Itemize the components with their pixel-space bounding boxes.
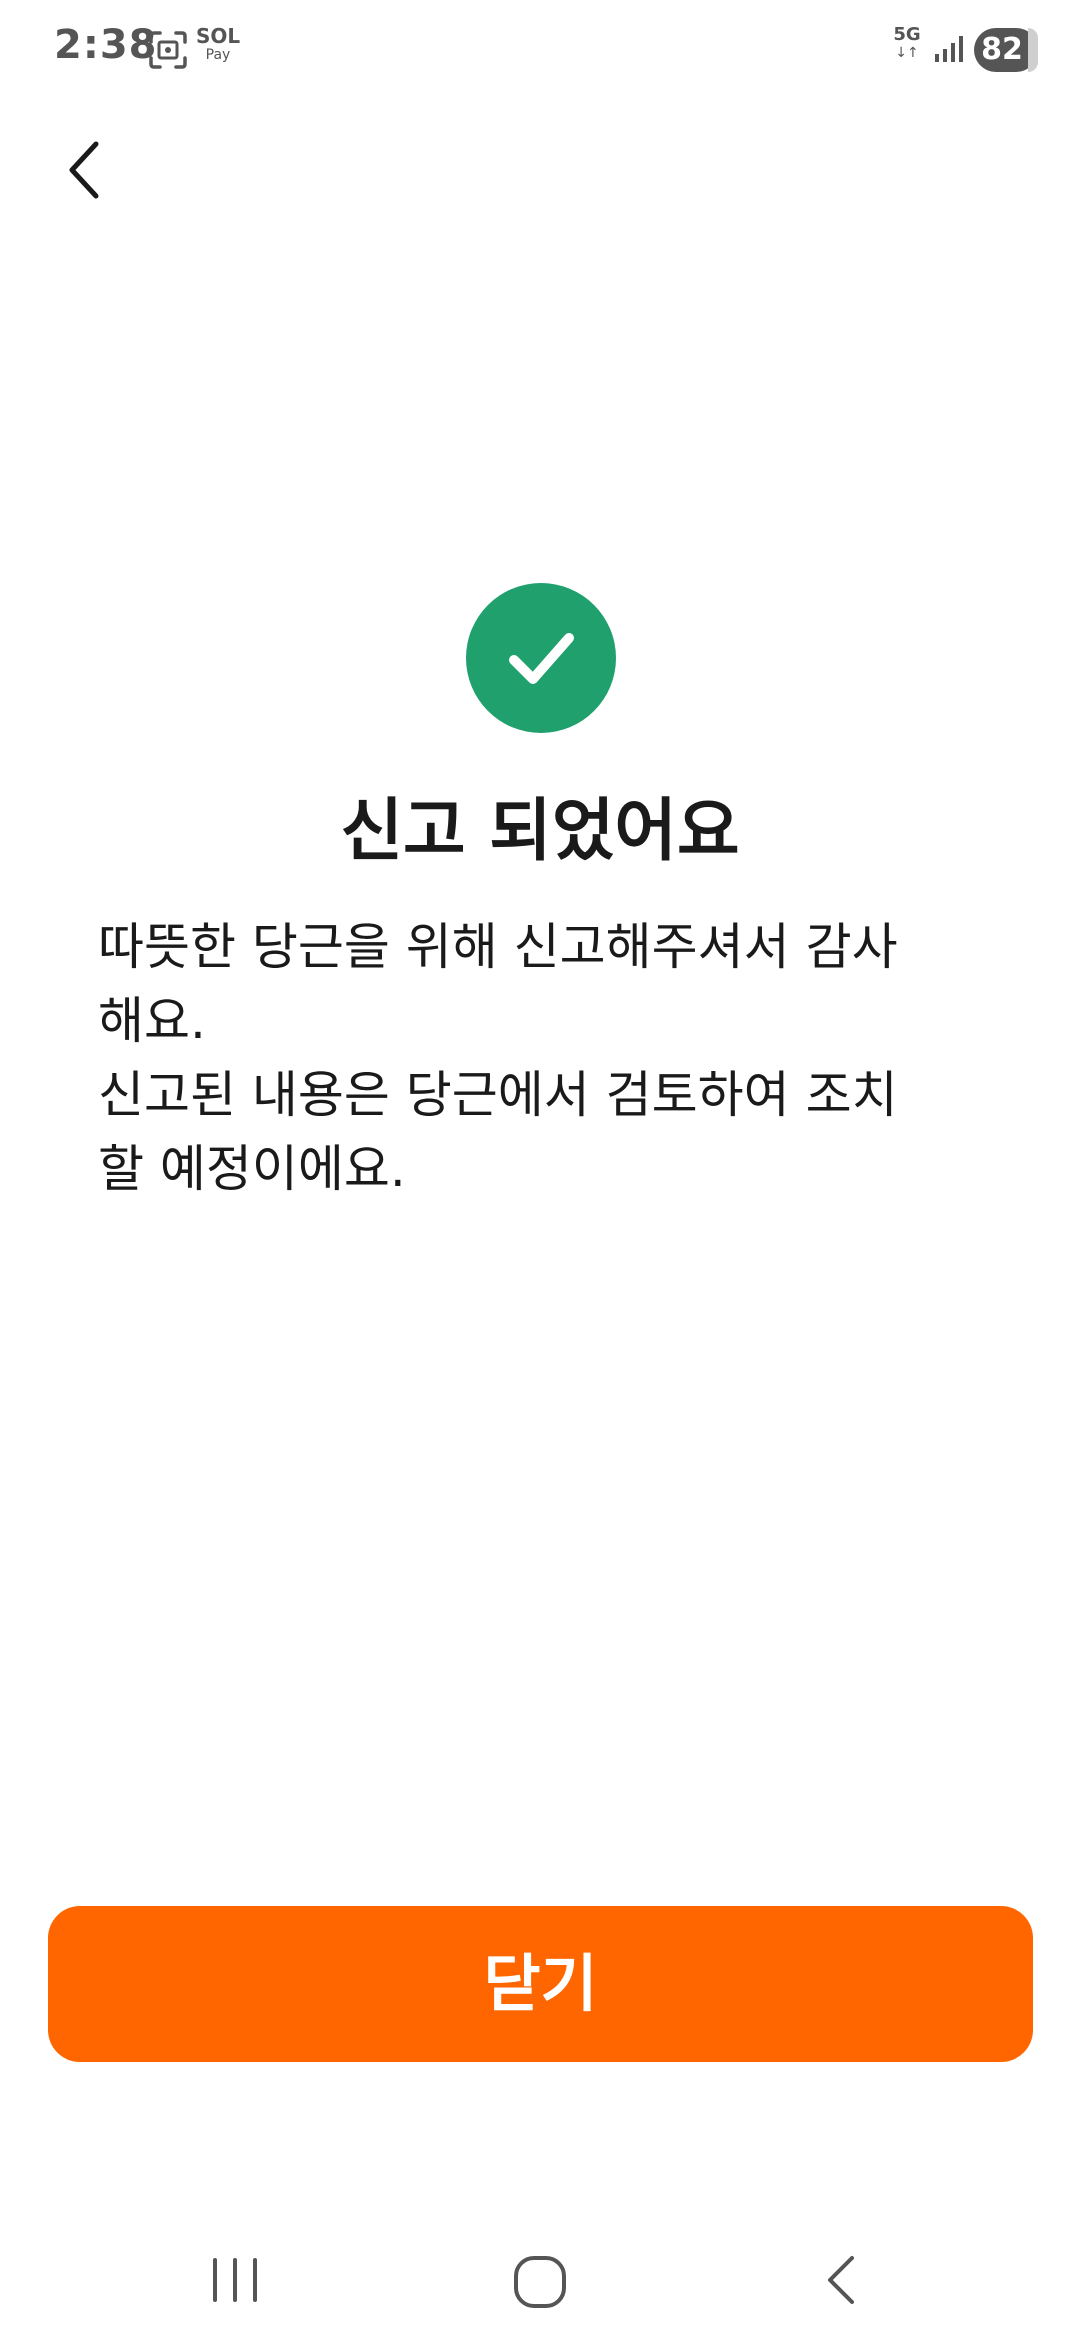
sol-pay-icon: SOL Pay	[196, 26, 240, 62]
network-5g-indicator: 5G ↓↑	[890, 24, 924, 61]
back-button[interactable]	[50, 130, 120, 210]
page-title: 신고 되었어요	[340, 792, 740, 871]
system-navigation-bar	[0, 2220, 1080, 2340]
sol-pay-bottom: Pay	[205, 47, 231, 63]
report-complete-screen: 2:38 SOL Pay 5G ↓↑ 82 신고 되었어요 따뜻한 당근을 위해…	[0, 0, 1080, 2340]
signal-icon	[934, 34, 966, 64]
check-circle-icon	[466, 583, 616, 733]
sol-pay-top: SOL	[196, 24, 241, 48]
screenshot-icon	[148, 30, 188, 70]
status-time: 2:38	[54, 22, 158, 68]
close-button[interactable]: 닫기	[48, 1906, 1033, 2062]
back-icon[interactable]	[816, 2250, 866, 2310]
status-bar: 2:38 SOL Pay 5G ↓↑ 82	[0, 0, 1080, 100]
network-type: 5G	[893, 24, 921, 45]
battery-edge	[1028, 28, 1038, 72]
battery-indicator: 82	[974, 28, 1038, 72]
chevron-left-icon	[69, 141, 99, 199]
network-activity-arrows: ↓↑	[895, 45, 919, 61]
battery-level: 82	[981, 32, 1023, 67]
report-message: 따뜻한 당근을 위해 신고해주셔서 감사 해요. 신고된 내용은 당근에서 검토…	[98, 918, 898, 1198]
home-icon[interactable]	[508, 2250, 572, 2314]
recents-icon[interactable]	[205, 2250, 265, 2310]
